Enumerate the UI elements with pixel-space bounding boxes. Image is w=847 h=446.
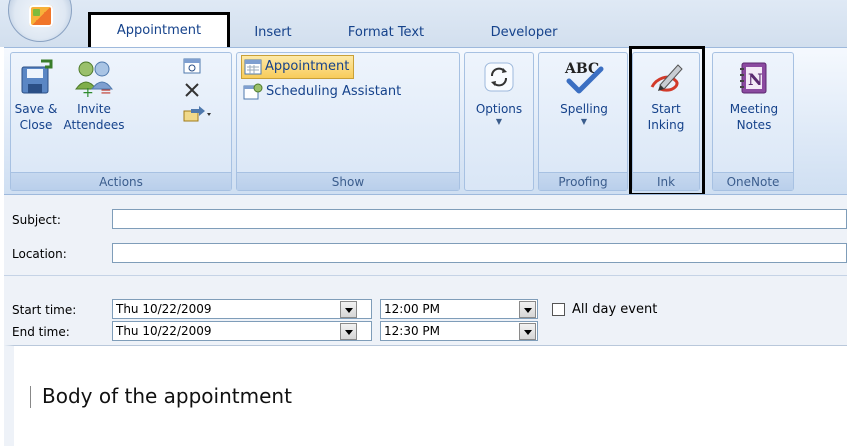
group-label-onenote: OneNote: [713, 172, 793, 190]
refresh-icon: [484, 62, 514, 92]
invite-attendees-button[interactable]: + = Invite Attendees: [61, 59, 127, 133]
appointment-body[interactable]: Body of the appointment: [4, 345, 847, 446]
end-time-field[interactable]: 12:30 PM: [380, 321, 538, 341]
calendar-icon: [244, 59, 262, 75]
save-close-icon: [21, 59, 53, 94]
people-icon: + =: [75, 61, 113, 101]
ribbon: Save & Close + = Invite Attendees Action…: [4, 47, 847, 194]
subject-input[interactable]: [112, 209, 847, 229]
end-date-field[interactable]: Thu 10/22/2009: [112, 321, 372, 341]
invite-label-1: Invite: [77, 102, 111, 116]
end-time-label: End time:: [12, 325, 70, 339]
scheduling-assistant-button[interactable]: Scheduling Assistant: [243, 81, 401, 103]
start-date-field[interactable]: Thu 10/22/2009: [112, 299, 372, 319]
forward-button[interactable]: [183, 105, 213, 123]
save-close-label-1: Save &: [14, 102, 58, 116]
group-label-proofing: Proofing: [539, 172, 627, 190]
onenote-icon: N: [740, 62, 767, 94]
delete-button[interactable]: [183, 81, 201, 99]
tab-insert[interactable]: Insert: [244, 18, 302, 48]
tab-developer[interactable]: Developer: [476, 18, 572, 48]
appointment-form: Subject: Location: Start time: Thu 10/22…: [4, 194, 847, 446]
group-label-actions: Actions: [11, 172, 231, 190]
location-label: Location:: [12, 247, 67, 261]
invite-label-2: Attendees: [63, 118, 125, 132]
appointment-view-button[interactable]: Appointment: [241, 55, 355, 79]
start-time-label: Start time:: [12, 303, 77, 317]
group-options: Options ▼: [464, 52, 534, 191]
options-label: Options: [475, 102, 523, 116]
group-actions: Save & Close + = Invite Attendees Action…: [10, 52, 232, 191]
svg-text:N: N: [748, 70, 763, 89]
text-caret: [30, 386, 31, 408]
chevron-down-icon: ▼: [495, 117, 503, 126]
spelling-button[interactable]: ABC Spelling ▼: [545, 59, 623, 127]
ribbon-tab-strip: Appointment Insert Format Text Developer: [0, 0, 847, 48]
group-proofing: ABC Spelling ▼ Proofing: [538, 52, 628, 191]
group-show: Appointment Scheduling Assistant Show: [236, 52, 460, 191]
meeting-notes-button[interactable]: N Meeting Notes: [719, 59, 789, 133]
group-onenote: N Meeting Notes OneNote: [712, 52, 794, 191]
options-button[interactable]: Options ▼: [467, 59, 531, 127]
end-time-dropdown[interactable]: [519, 323, 536, 340]
all-day-label: All day event: [572, 302, 658, 317]
appointment-view-label: Appointment: [265, 59, 350, 74]
forward-icon: [183, 106, 211, 122]
ink-highlight-box: [629, 46, 705, 196]
svg-text:=: =: [100, 84, 112, 97]
all-day-checkbox[interactable]: [552, 303, 565, 316]
meeting-notes-label-1: Meeting: [729, 102, 779, 116]
subject-label: Subject:: [12, 213, 61, 227]
scheduling-assistant-label: Scheduling Assistant: [266, 84, 402, 99]
form-divider: [4, 275, 847, 276]
start-time-dropdown[interactable]: [519, 301, 536, 318]
svg-text:+: +: [82, 85, 94, 97]
meeting-notes-label-2: Notes: [736, 118, 772, 132]
spelling-label: Spelling: [560, 102, 608, 116]
calendar-icon: [183, 58, 201, 74]
tab-appointment[interactable]: Appointment: [88, 12, 230, 48]
close-icon: [185, 83, 199, 97]
save-close-button[interactable]: Save & Close: [13, 59, 59, 133]
save-close-label-2: Close: [19, 118, 53, 132]
scheduling-icon: [243, 83, 263, 100]
start-date-dropdown[interactable]: [340, 301, 357, 318]
group-label-show: Show: [237, 172, 459, 190]
office-logo-icon: [29, 5, 53, 27]
start-time-field[interactable]: 12:00 PM: [380, 299, 538, 319]
chevron-down-icon: ▼: [580, 117, 588, 126]
location-input[interactable]: [112, 243, 847, 263]
tab-format-text[interactable]: Format Text: [334, 18, 438, 48]
body-text: Body of the appointment: [42, 384, 292, 408]
end-date-dropdown[interactable]: [340, 323, 357, 340]
spelling-icon: ABC: [564, 61, 604, 94]
calendar-small-button[interactable]: [183, 57, 201, 75]
